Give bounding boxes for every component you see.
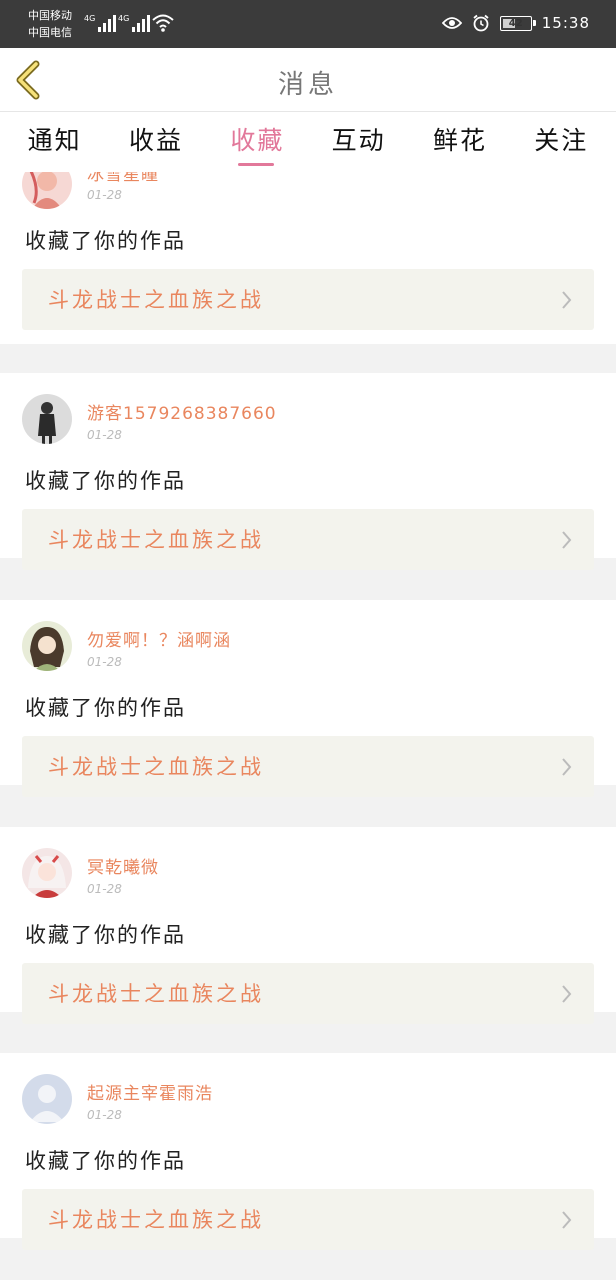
notification-card: 勿爱啊！？涵啊涵 01-28 收藏了你的作品 斗龙战士之血族之战 (0, 600, 616, 797)
wifi-icon (152, 14, 174, 32)
notification-card: 起源主宰霍雨浩 01-28 收藏了你的作品 斗龙战士之血族之战 (0, 1053, 616, 1250)
date: 01-28 (87, 1108, 122, 1122)
carrier-1: 中国移动 (28, 9, 72, 22)
carrier-info: 中国移动 中国电信 (28, 7, 72, 41)
action-text: 收藏了你的作品 (25, 469, 186, 493)
chevron-right-icon (562, 531, 572, 549)
work-link[interactable]: 斗龙战士之血族之战 (22, 736, 594, 797)
work-link[interactable]: 斗龙战士之血族之战 (22, 269, 594, 330)
username[interactable]: 冰雪星瞳 (87, 172, 159, 185)
signal-icon: 4G (84, 14, 117, 32)
work-link[interactable]: 斗龙战士之血族之战 (22, 509, 594, 570)
chevron-right-icon (562, 291, 572, 309)
username[interactable]: 冥乾曦微 (87, 853, 159, 878)
chevron-right-icon (562, 1211, 572, 1229)
work-title: 斗龙战士之血族之战 (48, 528, 264, 552)
username[interactable]: 游客1579268387660 (87, 399, 277, 424)
chevron-right-icon (562, 758, 572, 776)
header: 消息 (0, 48, 616, 112)
tab-favorites[interactable]: 收藏 (230, 112, 284, 172)
action-text: 收藏了你的作品 (25, 696, 186, 720)
work-title: 斗龙战士之血族之战 (48, 982, 264, 1006)
username[interactable]: 起源主宰霍雨浩 (87, 1079, 213, 1104)
action-text: 收藏了你的作品 (25, 1149, 186, 1173)
avatar[interactable] (22, 621, 72, 671)
action-text: 收藏了你的作品 (25, 229, 186, 253)
notification-list[interactable]: 冰雪星瞳 01-28 收藏了你的作品 斗龙战士之血族之战 游客157926838… (0, 172, 616, 1280)
work-title: 斗龙战士之血族之战 (48, 288, 264, 312)
username[interactable]: 勿爱啊！？涵啊涵 (87, 626, 231, 651)
work-title: 斗龙战士之血族之战 (48, 755, 264, 779)
work-title: 斗龙战士之血族之战 (48, 1208, 264, 1232)
tab-notice[interactable]: 通知 (28, 112, 82, 172)
status-bar: 中国移动 中国电信 4G 4G 42 15:38 (0, 0, 616, 48)
chevron-right-icon (562, 985, 572, 1003)
carrier-2: 中国电信 (28, 26, 72, 39)
tab-bar: 通知 收益 收藏 互动 鲜花 关注 (0, 112, 616, 172)
tab-interaction[interactable]: 互动 (332, 112, 386, 172)
tab-follow[interactable]: 关注 (534, 112, 588, 172)
date: 01-28 (87, 188, 122, 202)
work-link[interactable]: 斗龙战士之血族之战 (22, 1189, 594, 1250)
work-link[interactable]: 斗龙战士之血族之战 (22, 963, 594, 1024)
notification-card: 冰雪星瞳 01-28 收藏了你的作品 斗龙战士之血族之战 (0, 172, 616, 344)
eye-icon (441, 17, 462, 29)
tab-flowers[interactable]: 鲜花 (433, 112, 487, 172)
alarm-icon (473, 14, 489, 32)
tab-earnings[interactable]: 收益 (129, 112, 183, 172)
notification-card: 冥乾曦微 01-28 收藏了你的作品 斗龙战士之血族之战 (0, 827, 616, 1024)
action-text: 收藏了你的作品 (25, 923, 186, 947)
avatar[interactable] (22, 172, 72, 209)
date: 01-28 (87, 882, 122, 896)
date: 01-28 (87, 655, 122, 669)
avatar[interactable] (22, 394, 72, 444)
avatar[interactable] (22, 1074, 72, 1124)
avatar[interactable] (22, 848, 72, 898)
date: 01-28 (87, 428, 122, 442)
clock: 15:38 (541, 14, 590, 32)
signal-icon-2: 4G (118, 14, 151, 32)
notification-card: 游客1579268387660 01-28 收藏了你的作品 斗龙战士之血族之战 (0, 373, 616, 570)
battery-level: 42 (508, 17, 523, 29)
battery-icon: 42 (499, 15, 536, 31)
page-title: 消息 (277, 70, 338, 100)
